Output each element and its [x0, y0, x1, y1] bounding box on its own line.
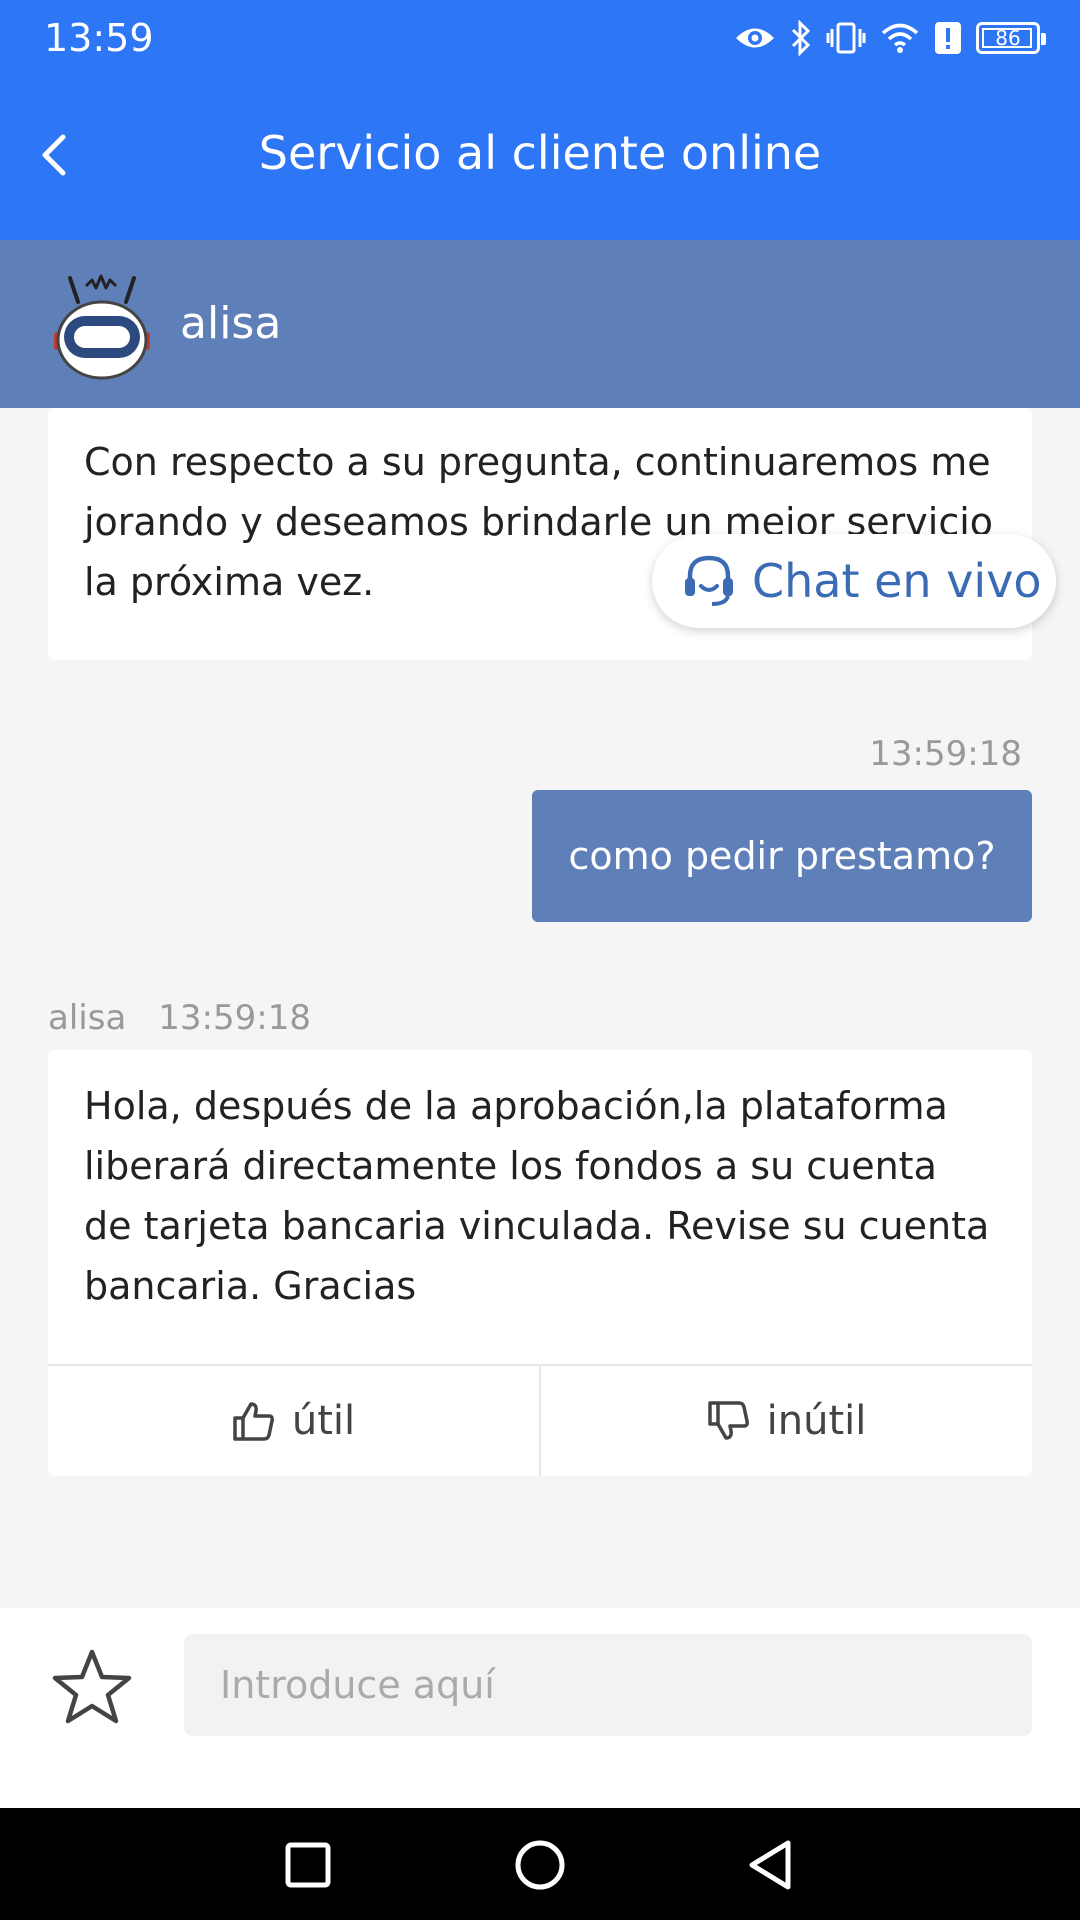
status-time: 13:59 — [44, 16, 154, 60]
battery-icon: 86 — [976, 22, 1046, 54]
square-icon — [285, 1842, 331, 1888]
reply-timestamp: 13:59:18 — [158, 998, 311, 1038]
vibrate-icon — [826, 22, 866, 54]
agent-name: alisa — [180, 298, 282, 349]
robot-icon — [54, 274, 150, 380]
star-icon — [52, 1649, 132, 1724]
reply-meta: alisa 13:59:18 — [48, 998, 311, 1038]
system-nav-bar — [0, 1808, 1080, 1920]
bluetooth-icon — [791, 20, 811, 56]
reply-sender: alisa — [48, 998, 127, 1038]
useful-label: útil — [291, 1398, 356, 1444]
agent-reply-bubble: Hola, después de la aprobación,la plataf… — [48, 1050, 1032, 1476]
triangle-back-icon — [749, 1840, 791, 1890]
thumbs-up-icon — [233, 1402, 274, 1441]
battery-level: 86 — [995, 26, 1021, 50]
robot-avatar — [48, 268, 156, 380]
favorite-button[interactable] — [50, 1646, 134, 1730]
live-chat-button[interactable]: Chat en vivo — [652, 534, 1056, 628]
message-input[interactable] — [184, 1634, 1032, 1736]
useful-button[interactable]: útil — [48, 1366, 539, 1476]
app-header: 13:59 86 Servicio al cliente online — [0, 0, 1080, 240]
eye-icon — [736, 28, 774, 48]
circle-icon — [515, 1840, 565, 1890]
useless-label: inútil — [766, 1398, 867, 1444]
recent-apps-button[interactable] — [276, 1836, 340, 1894]
page-title: Servicio al cliente online — [258, 126, 822, 180]
back-nav-button[interactable] — [738, 1836, 802, 1894]
live-chat-label: Chat en vivo — [752, 554, 1042, 608]
user-message-text: como pedir prestamo? — [568, 834, 996, 878]
alert-icon — [935, 22, 961, 54]
status-icons: 86 — [734, 18, 1046, 58]
thumbs-down-icon — [707, 1401, 749, 1440]
message-timestamp: 13:59:18 — [869, 734, 1022, 774]
message-input-bar — [0, 1608, 1080, 1808]
useless-button[interactable]: inútil — [541, 1366, 1032, 1476]
agent-bar: alisa — [0, 240, 1080, 408]
agent-reply-text: Hola, después de la aprobación,la plataf… — [84, 1084, 990, 1308]
headset-icon — [685, 555, 733, 606]
wifi-icon — [881, 23, 919, 53]
home-button[interactable] — [508, 1836, 572, 1894]
user-message-bubble: como pedir prestamo? — [532, 790, 1032, 922]
